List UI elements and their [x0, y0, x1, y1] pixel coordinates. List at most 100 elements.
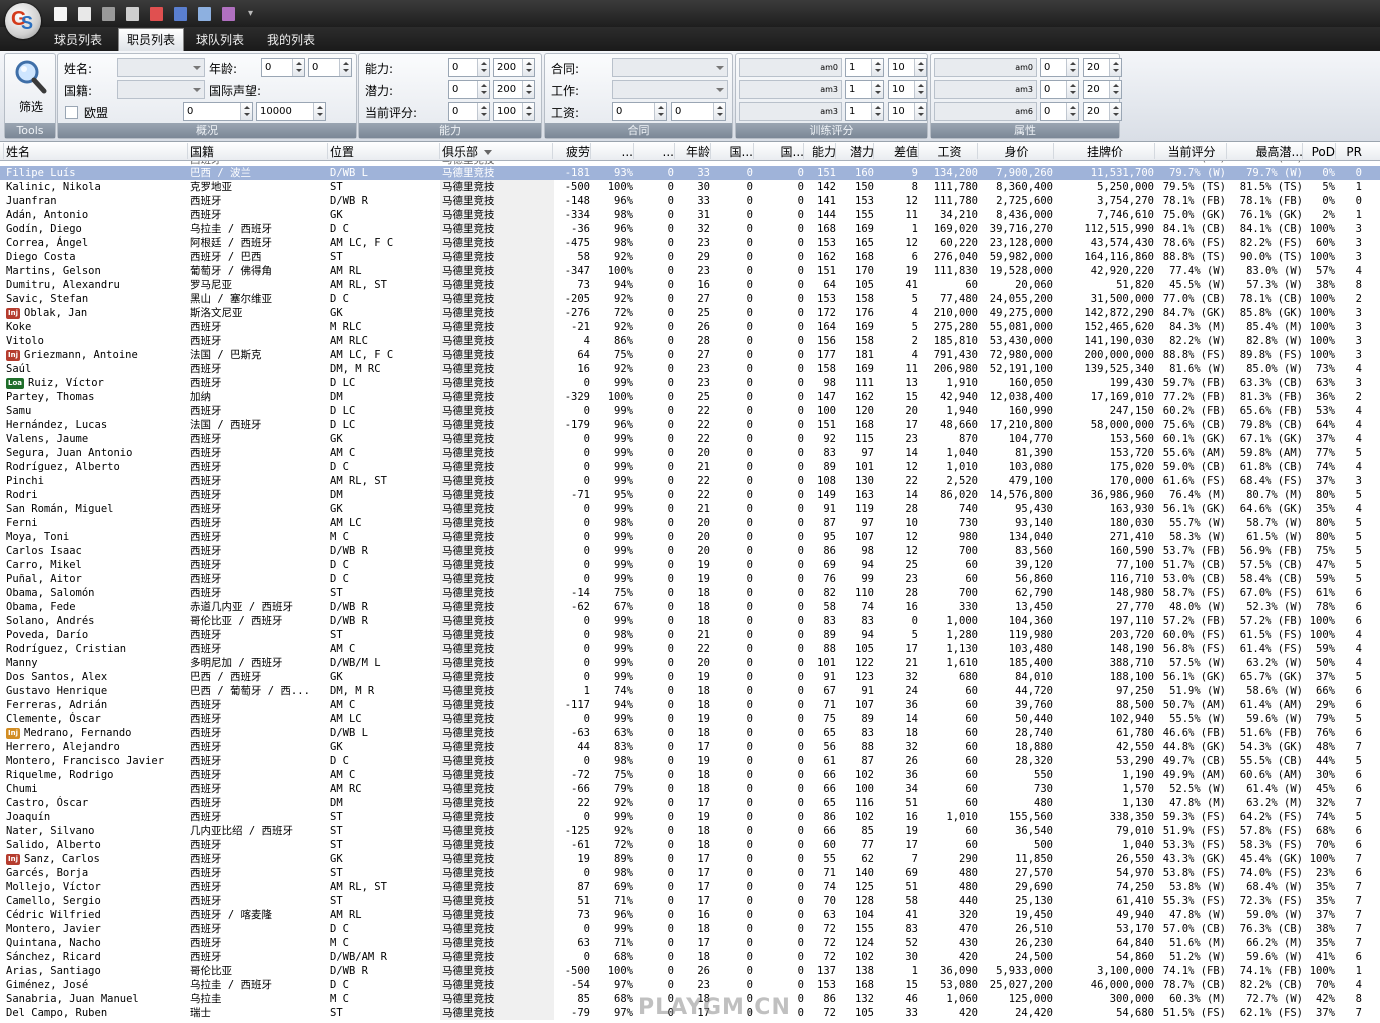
table-row[interactable]: Garcés, Borja 西班牙 ST 马德里竞技 0 98% 0 17 0 0 71 140 69 4…: [0, 866, 1380, 880]
tab-player-list[interactable]: 球员列表: [46, 29, 110, 51]
table-row[interactable]: Sánchez, Ricard 西班牙 D/WB/AM R 马德里竞技 0 68% 0 18 0…: [0, 950, 1380, 964]
column-divider[interactable]: [3, 143, 4, 159]
spinner-icon[interactable]: [477, 81, 489, 98]
spinner-icon[interactable]: [914, 103, 926, 120]
column-header[interactable]: 身价: [980, 142, 1053, 160]
attribute-role-dropdown[interactable]: am3: [934, 80, 1037, 99]
training-min-spinner[interactable]: 1: [845, 58, 884, 77]
column-divider[interactable]: [918, 143, 919, 159]
search-person-icon[interactable]: [194, 3, 215, 24]
tab-team-list[interactable]: 球队列表: [188, 29, 252, 51]
column-divider[interactable]: [1226, 143, 1227, 159]
table-row[interactable]: Mollejo, Víctor 西班牙 AM RL, ST 马德里竞技 87 69% 0 17…: [0, 880, 1380, 894]
spinner-icon[interactable]: [477, 103, 489, 120]
attribute-role-dropdown[interactable]: am6: [934, 102, 1037, 121]
column-divider[interactable]: [552, 143, 553, 159]
intl-max-spinner[interactable]: 10000: [256, 102, 326, 121]
table-row[interactable]: Montero, Javier 西班牙 D C 马德里竞技 0 99% 0 18 0 0 72 155…: [0, 922, 1380, 936]
column-divider[interactable]: [1335, 143, 1336, 159]
table-row[interactable]: Kalinic, Nikola 克罗地亚 ST 马德里竞技 -500 100% 0 30 0 0 1…: [0, 180, 1380, 194]
column-header[interactable]: ...: [593, 142, 633, 160]
attribute-max-spinner[interactable]: 20: [1083, 102, 1122, 121]
table-row[interactable]: Ferni 西班牙 AM LC 马德里竞技 0 98% 0 20 0 0 87 97 10 730 93,1…: [0, 516, 1380, 530]
table-row[interactable]: Adán, Antonio 西班牙 GK 马德里竞技 -334 98% 0 31 0 0 144 15…: [0, 208, 1380, 222]
training-min-spinner[interactable]: 1: [845, 102, 884, 121]
training-max-spinner[interactable]: 10: [888, 102, 927, 121]
table-row[interactable]: Salido, Alberto 西班牙 ST 马德里竞技 -61 72% 0 18 0 0 60 77…: [0, 838, 1380, 852]
column-divider[interactable]: [590, 143, 591, 159]
app-logo[interactable]: GS: [5, 3, 41, 39]
new-file-icon[interactable]: [50, 3, 71, 24]
column-divider[interactable]: [873, 143, 874, 159]
spinner-icon[interactable]: [240, 103, 252, 120]
training-min-spinner[interactable]: 1: [845, 80, 884, 99]
column-divider[interactable]: [187, 143, 188, 159]
column-header[interactable]: PR: [1338, 142, 1362, 160]
column-header[interactable]: 国籍: [190, 142, 325, 160]
tab-staff-list[interactable]: 职员列表: [118, 28, 185, 51]
table-row[interactable]: Ferreras, Adrián 西班牙 AM C 马德里竞技 -117 94% 0 18 0 0…: [0, 698, 1380, 712]
column-divider[interactable]: [803, 143, 804, 159]
tab-my-list[interactable]: 我的列表: [259, 29, 323, 51]
table-row[interactable]: Samu 西班牙 D LC 马德里竞技 0 99% 0 22 0 0 100 120 20 1,940 16…: [0, 404, 1380, 418]
nation-dropdown[interactable]: [117, 80, 205, 99]
filter-button[interactable]: 筛选: [9, 58, 53, 120]
column-header[interactable]: 当前评分: [1157, 142, 1226, 160]
person-blue-icon[interactable]: [170, 3, 191, 24]
spinner-icon[interactable]: [654, 103, 666, 120]
attribute-max-spinner[interactable]: 20: [1083, 58, 1122, 77]
column-divider[interactable]: [1302, 143, 1303, 159]
table-row[interactable]: Dos Santos, Alex 巴西 / 西班牙 GK 马德里竞技 0 99% 0 19 0 0…: [0, 670, 1380, 684]
cr-max-spinner[interactable]: 100: [493, 102, 535, 121]
spinner-icon[interactable]: [522, 81, 534, 98]
table-row[interactable]: Correa, Ángel 阿根廷 / 西班牙 AM LC, F C 马德里竞技 -47…: [0, 236, 1380, 250]
table-row[interactable]: Loa Ruiz, Víctor 西班牙 D LC 马德里竞技 0 99% 0 23 0 0 98 11…: [0, 376, 1380, 390]
spinner-icon[interactable]: [522, 59, 534, 76]
table-row[interactable]: Cédric Wilfried 西班牙 / 喀麦隆 AM RL 马德里竞技 73 96% 0…: [0, 908, 1380, 922]
spinner-icon[interactable]: [477, 59, 489, 76]
column-header[interactable]: 国...: [756, 142, 804, 160]
column-header[interactable]: 国...: [713, 142, 753, 160]
column-header[interactable]: PoD: [1305, 142, 1335, 160]
table-row[interactable]: Quintana, Nacho 西班牙 M C 马德里竞技 63 71% 0 17 0 0 72 12…: [0, 936, 1380, 950]
table-row[interactable]: Savic, Stefan 黑山 / 塞尔维亚 D C 马德里竞技 -205 92% 0 27…: [0, 292, 1380, 306]
table-row[interactable]: Segura, Juan Antonio 西班牙 AM C 马德里竞技 0 99% 0 20 0…: [0, 446, 1380, 460]
spinner-icon[interactable]: [1066, 59, 1078, 76]
pa-min-spinner[interactable]: 0: [448, 80, 490, 99]
intl-min-spinner[interactable]: 0: [183, 102, 253, 121]
table-row[interactable]: Riquelme, Rodrigo 西班牙 AM C 马德里竞技 -72 75% 0 18 0 0…: [0, 768, 1380, 782]
table-row[interactable]: Obama, Salomón 西班牙 ST 马德里竞技 -14 75% 0 18 0 0 82 110…: [0, 586, 1380, 600]
table-row[interactable]: Saúl 西班牙 DM, M RC 马德里竞技 16 92% 0 23 0 0 158 169 11 20…: [0, 362, 1380, 376]
save-icon[interactable]: [98, 3, 119, 24]
table-row[interactable]: Hernández, Lucas 法国 / 西班牙 D LC 马德里竞技 -179 96%…: [0, 418, 1380, 432]
spinner-icon[interactable]: [871, 81, 883, 98]
name-dropdown[interactable]: [117, 58, 205, 77]
attribute-min-spinner[interactable]: 0: [1040, 80, 1079, 99]
open-file-icon[interactable]: [74, 3, 95, 24]
table-row[interactable]: Carro, Mikel 西班牙 D C 马德里竞技 0 99% 0 19 0 0 69 94 25 60…: [0, 558, 1380, 572]
column-header[interactable]: 最高潜...: [1229, 142, 1303, 160]
column-header[interactable]: 挂牌价: [1056, 142, 1154, 160]
table-row[interactable]: Inj Medrano, Fernando 西班牙 D/WB L 马德里竞技 -63 63%…: [0, 726, 1380, 740]
wage-min-spinner[interactable]: 0: [612, 102, 667, 121]
contract-dropdown[interactable]: [612, 58, 728, 77]
column-header[interactable]: 能力: [806, 142, 836, 160]
spinner-icon[interactable]: [1109, 81, 1121, 98]
column-header[interactable]: ...: [636, 142, 674, 160]
spinner-icon[interactable]: [522, 103, 534, 120]
table-row[interactable]: Montero, Francisco Javier 西班牙 D C 马德里竞技 0 98%…: [0, 754, 1380, 768]
column-divider[interactable]: [633, 143, 634, 159]
table-row[interactable]: Joaquín 西班牙 ST 马德里竞技 0 99% 0 19 0 0 86 102 16 1,010 15…: [0, 810, 1380, 824]
table-row[interactable]: Godín, Diego 乌拉圭 / 西班牙 D C 马德里竞技 -36 96% 0 32 0 0…: [0, 222, 1380, 236]
table-row[interactable]: Valens, Jaume 西班牙 GK 马德里竞技 0 99% 0 22 0 0 92 115 23 8…: [0, 432, 1380, 446]
table-row[interactable]: Solano, Andrés 哥伦比亚 / 西班牙 D/WB R 马德里竞技 0 99% 0…: [0, 614, 1380, 628]
table-row[interactable]: Diego Costa 西班牙 / 巴西 ST 马德里竞技 58 92% 0 29 0 0 162 1…: [0, 250, 1380, 264]
column-divider[interactable]: [753, 143, 754, 159]
table-row[interactable]: Herrero, Alejandro 西班牙 GK 马德里竞技 44 83% 0 17 0 0 56…: [0, 740, 1380, 754]
spinner-icon[interactable]: [1109, 59, 1121, 76]
table-row[interactable]: Pinchi 西班牙 AM RL, ST 马德里竞技 0 99% 0 22 0 0 108 130 22…: [0, 474, 1380, 488]
spinner-icon[interactable]: [1066, 103, 1078, 120]
table-row[interactable]: Koke 西班牙 M RLC 马德里竞技 -21 92% 0 26 0 0 164 169 5 275,2…: [0, 320, 1380, 334]
column-divider[interactable]: [1154, 143, 1155, 159]
age-max-spinner[interactable]: 0: [308, 58, 352, 77]
